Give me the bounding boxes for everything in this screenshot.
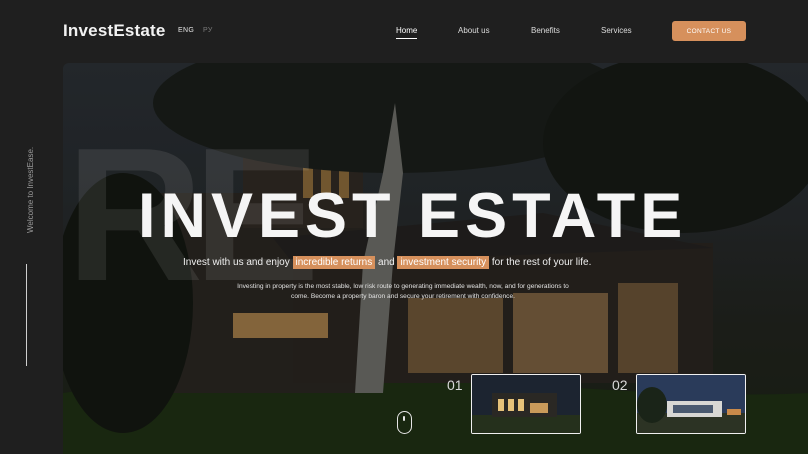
slide-number-2: 02 [612,377,628,393]
mouse-scroll-icon[interactable] [397,411,412,434]
tagline-highlight-returns: incredible returns [292,256,376,269]
lang-ru[interactable]: РУ [203,27,213,34]
nav-about[interactable]: About us [458,26,490,35]
hero-tagline: Invest with us and enjoy incredible retu… [183,256,592,269]
logo[interactable]: InvestEstate [63,21,166,41]
slide-thumbnail-1[interactable] [471,374,581,434]
side-welcome-text: Welcome to InvestEase. [26,146,35,233]
nav-benefits[interactable]: Benefits [531,26,560,35]
nav-home[interactable]: Home [396,26,418,39]
top-bar: InvestEstate ENG РУ Home About us Benefi… [0,0,808,62]
slide-thumbnail-2[interactable] [636,374,746,434]
lang-eng[interactable]: ENG [178,27,194,34]
slide-number-1: 01 [447,377,463,393]
tagline-text: and [378,257,395,268]
contact-us-button[interactable]: CONTACT US [672,21,746,41]
hero-description: Investing in property is the most stable… [237,283,569,300]
tagline-text: Invest with us and enjoy [183,257,290,268]
hero-title: INVEST ESTATE [138,181,688,251]
tagline-highlight-security: investment security [397,256,490,269]
side-divider [26,264,27,366]
nav-services[interactable]: Services [601,26,632,35]
tagline-text: for the rest of your life. [491,257,592,268]
